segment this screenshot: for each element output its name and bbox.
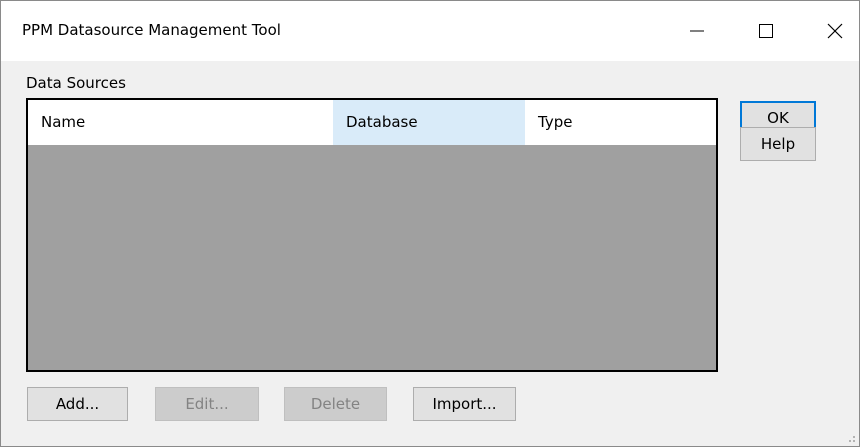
import-button[interactable]: Import... [413, 387, 516, 421]
maximize-icon [759, 24, 773, 38]
minimize-icon [690, 30, 704, 32]
column-header-database[interactable]: Database [333, 100, 525, 145]
resize-grip-icon[interactable] [846, 433, 856, 443]
close-icon [827, 23, 843, 39]
window-title: PPM Datasource Management Tool [22, 21, 281, 39]
dialog-window: PPM Datasource Management Tool Data Sour… [0, 0, 860, 447]
help-button[interactable]: Help [740, 127, 816, 161]
edit-button: Edit... [155, 387, 259, 421]
close-button[interactable] [815, 13, 855, 49]
column-header-type[interactable]: Type [525, 100, 716, 145]
title-bar[interactable]: PPM Datasource Management Tool [1, 1, 859, 61]
add-button[interactable]: Add... [27, 387, 128, 421]
column-header-name[interactable]: Name [28, 100, 333, 145]
data-sources-label: Data Sources [26, 74, 126, 92]
minimize-button[interactable] [677, 13, 717, 49]
list-header: Name Database Type [28, 100, 716, 145]
data-sources-list[interactable]: Name Database Type [26, 98, 718, 372]
maximize-button[interactable] [746, 13, 786, 49]
delete-button: Delete [284, 387, 387, 421]
